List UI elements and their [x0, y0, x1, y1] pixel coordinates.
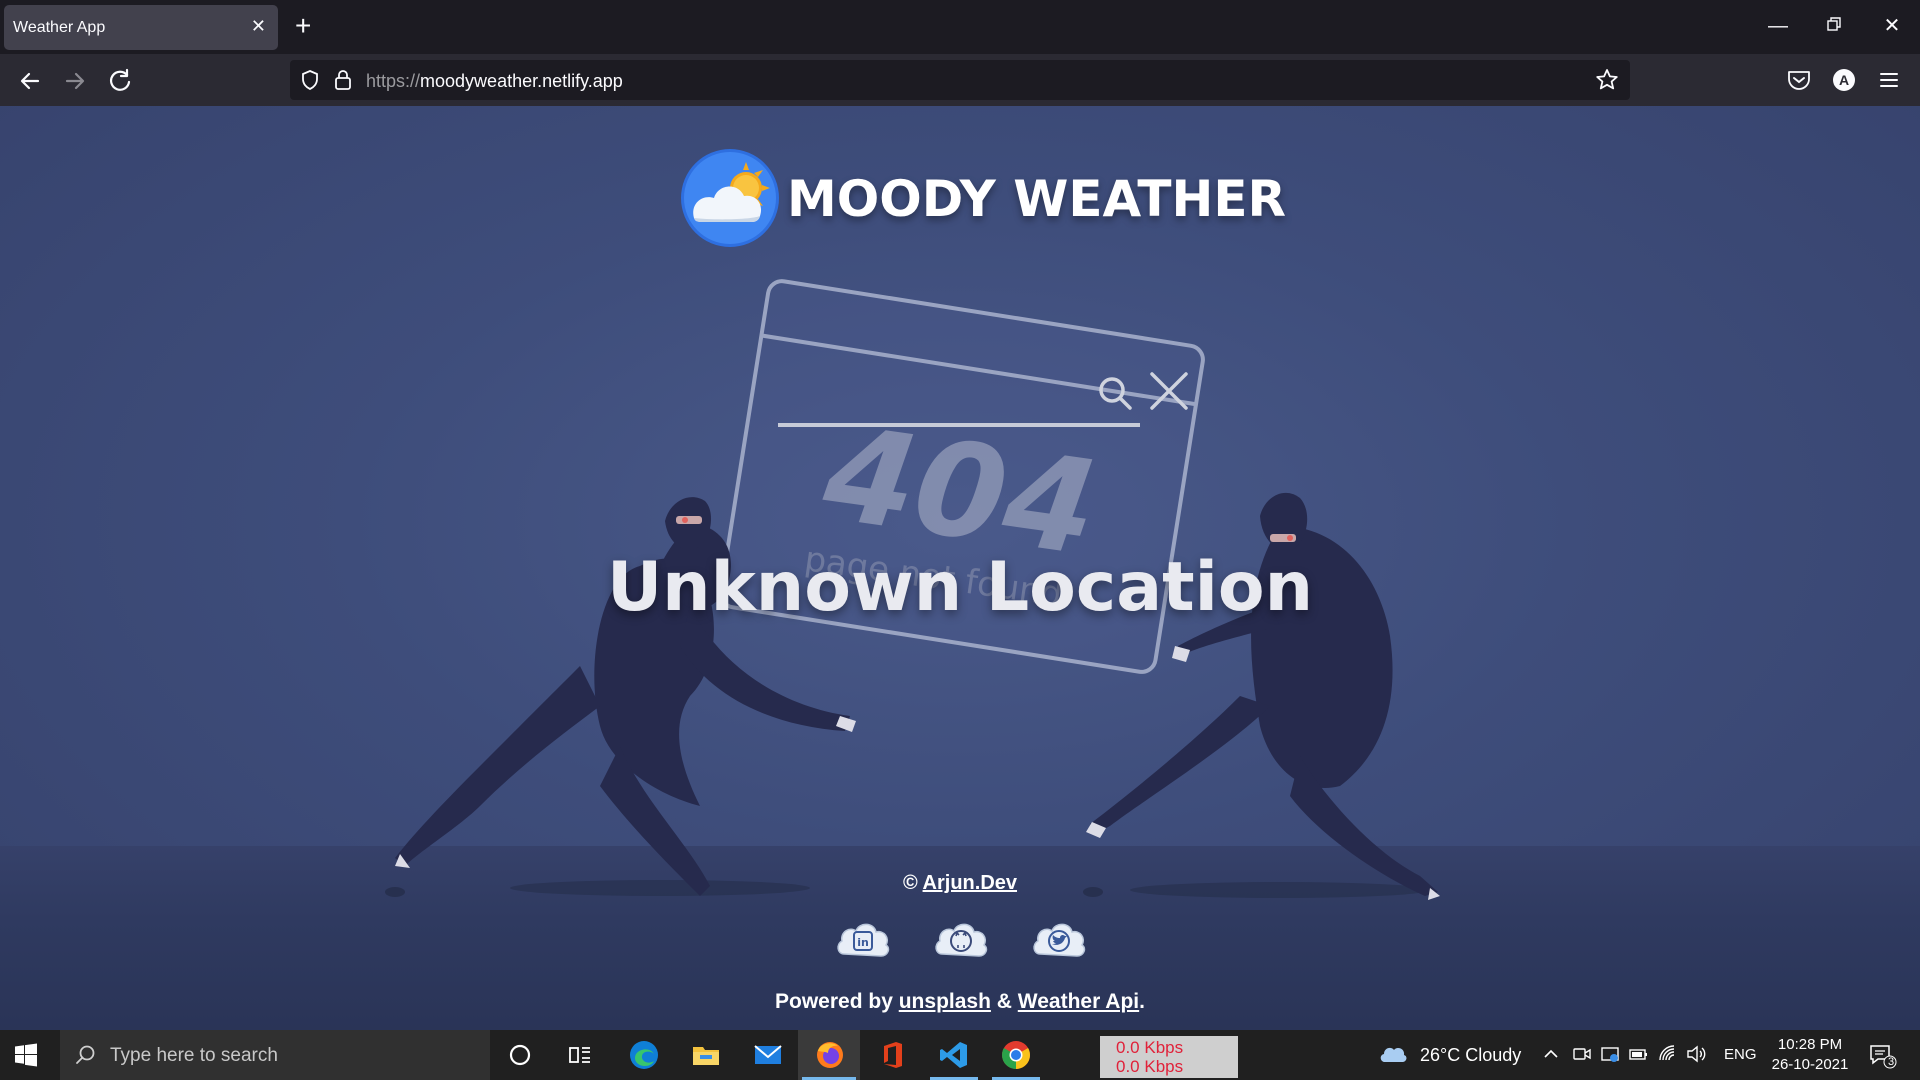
taskbar-weather-text[interactable]: 26°C Cloudy — [1420, 1045, 1521, 1066]
clock-date: 26-10-2021 — [1771, 1056, 1849, 1073]
task-view-icon[interactable] — [564, 1039, 596, 1071]
cortana-icon[interactable] — [504, 1039, 536, 1071]
brand-title: MOODY WEATHER — [787, 170, 1286, 228]
search-placeholder: Type here to search — [110, 1045, 278, 1066]
search-icon — [74, 1044, 96, 1071]
tab-title: Weather App — [13, 19, 106, 36]
windows-start-icon[interactable] — [14, 1043, 38, 1072]
language-indicator[interactable]: ENG — [1724, 1046, 1757, 1063]
back-button[interactable] — [13, 64, 47, 98]
meet-now-icon[interactable] — [1572, 1044, 1592, 1069]
vscode-icon[interactable] — [938, 1039, 970, 1071]
address-bar[interactable]: https://moodyweather.netlify.app — [290, 60, 1630, 100]
office-icon[interactable] — [876, 1039, 908, 1071]
shield-icon[interactable] — [298, 68, 322, 97]
new-tab-button[interactable]: + — [295, 10, 311, 42]
mail-icon[interactable] — [752, 1039, 784, 1071]
cloud-sun-logo-icon — [681, 149, 779, 247]
tab-weather-app[interactable]: Weather App ✕ — [4, 5, 278, 50]
edge-browser-icon[interactable] — [628, 1039, 660, 1071]
error-heading: Unknown Location — [606, 548, 1314, 627]
notification-count-badge: 3 — [1887, 1056, 1895, 1068]
svg-text:in: in — [857, 936, 869, 949]
wifi-icon[interactable] — [1658, 1044, 1678, 1069]
powered-by-label: Powered by — [775, 990, 893, 1013]
unsplash-link[interactable]: unsplash — [899, 990, 991, 1013]
clock-time: 10:28 PM — [1777, 1036, 1843, 1053]
footer-powered-by: Powered by unsplash & Weather Api. — [0, 990, 1920, 1014]
bookmark-star-icon[interactable] — [1594, 67, 1620, 98]
navigation-toolbar: https://moodyweather.netlify.app A — [0, 54, 1920, 106]
network-speed-monitor: 0.0 Kbps 0.0 Kbps — [1100, 1036, 1238, 1078]
pocket-icon[interactable] — [1786, 68, 1812, 97]
security-app-icon[interactable] — [1600, 1044, 1620, 1069]
volume-icon[interactable] — [1686, 1044, 1708, 1069]
close-window-button[interactable]: ✕ — [1872, 12, 1912, 40]
file-explorer-icon[interactable] — [690, 1039, 722, 1071]
weather-cloud-icon[interactable] — [1378, 1042, 1408, 1071]
taskbar-clock[interactable]: 10:28 PM 26-10-2021 — [1766, 1035, 1854, 1075]
taskbar-search-box[interactable]: Type here to search — [60, 1030, 490, 1080]
weather-api-link[interactable]: Weather Api — [1018, 990, 1139, 1013]
url-text[interactable]: https://moodyweather.netlify.app — [366, 71, 623, 92]
weather-page: 404 page not found MOODY WEATHER Unknown… — [0, 106, 1920, 1030]
linkedin-icon[interactable]: in — [834, 914, 892, 966]
net-download-speed: 0.0 Kbps — [1116, 1057, 1184, 1076]
author-link[interactable]: Arjun.Dev — [923, 872, 1017, 894]
svg-text:A: A — [1839, 72, 1849, 88]
twitter-icon[interactable] — [1030, 914, 1088, 966]
social-links: in — [830, 914, 1090, 974]
github-icon[interactable] — [932, 914, 990, 966]
reload-button[interactable] — [103, 64, 137, 98]
copyright-symbol: © — [902, 872, 918, 894]
account-avatar-icon[interactable]: A — [1832, 68, 1856, 97]
firefox-icon[interactable] — [814, 1039, 846, 1071]
close-tab-icon[interactable]: ✕ — [251, 15, 266, 37]
lock-icon[interactable] — [332, 68, 354, 97]
minimize-button[interactable]: — — [1758, 12, 1798, 40]
chevron-up-icon[interactable] — [1542, 1046, 1560, 1067]
ampersand-label: & — [996, 990, 1012, 1013]
footer-credit: © Arjun.Dev — [0, 872, 1920, 895]
chrome-icon[interactable] — [1000, 1039, 1032, 1071]
windows-taskbar: Type here to search 0.0 Kbps 0.0 Kbps 26… — [0, 1030, 1920, 1080]
net-upload-speed: 0.0 Kbps — [1116, 1038, 1184, 1057]
powered-period: . — [1139, 990, 1145, 1013]
battery-icon[interactable] — [1628, 1044, 1650, 1069]
restore-button[interactable] — [1814, 12, 1854, 40]
hamburger-menu-icon[interactable] — [1878, 69, 1900, 96]
forward-button[interactable] — [58, 64, 92, 98]
tab-bar: Weather App ✕ + — ✕ — [0, 0, 1920, 54]
